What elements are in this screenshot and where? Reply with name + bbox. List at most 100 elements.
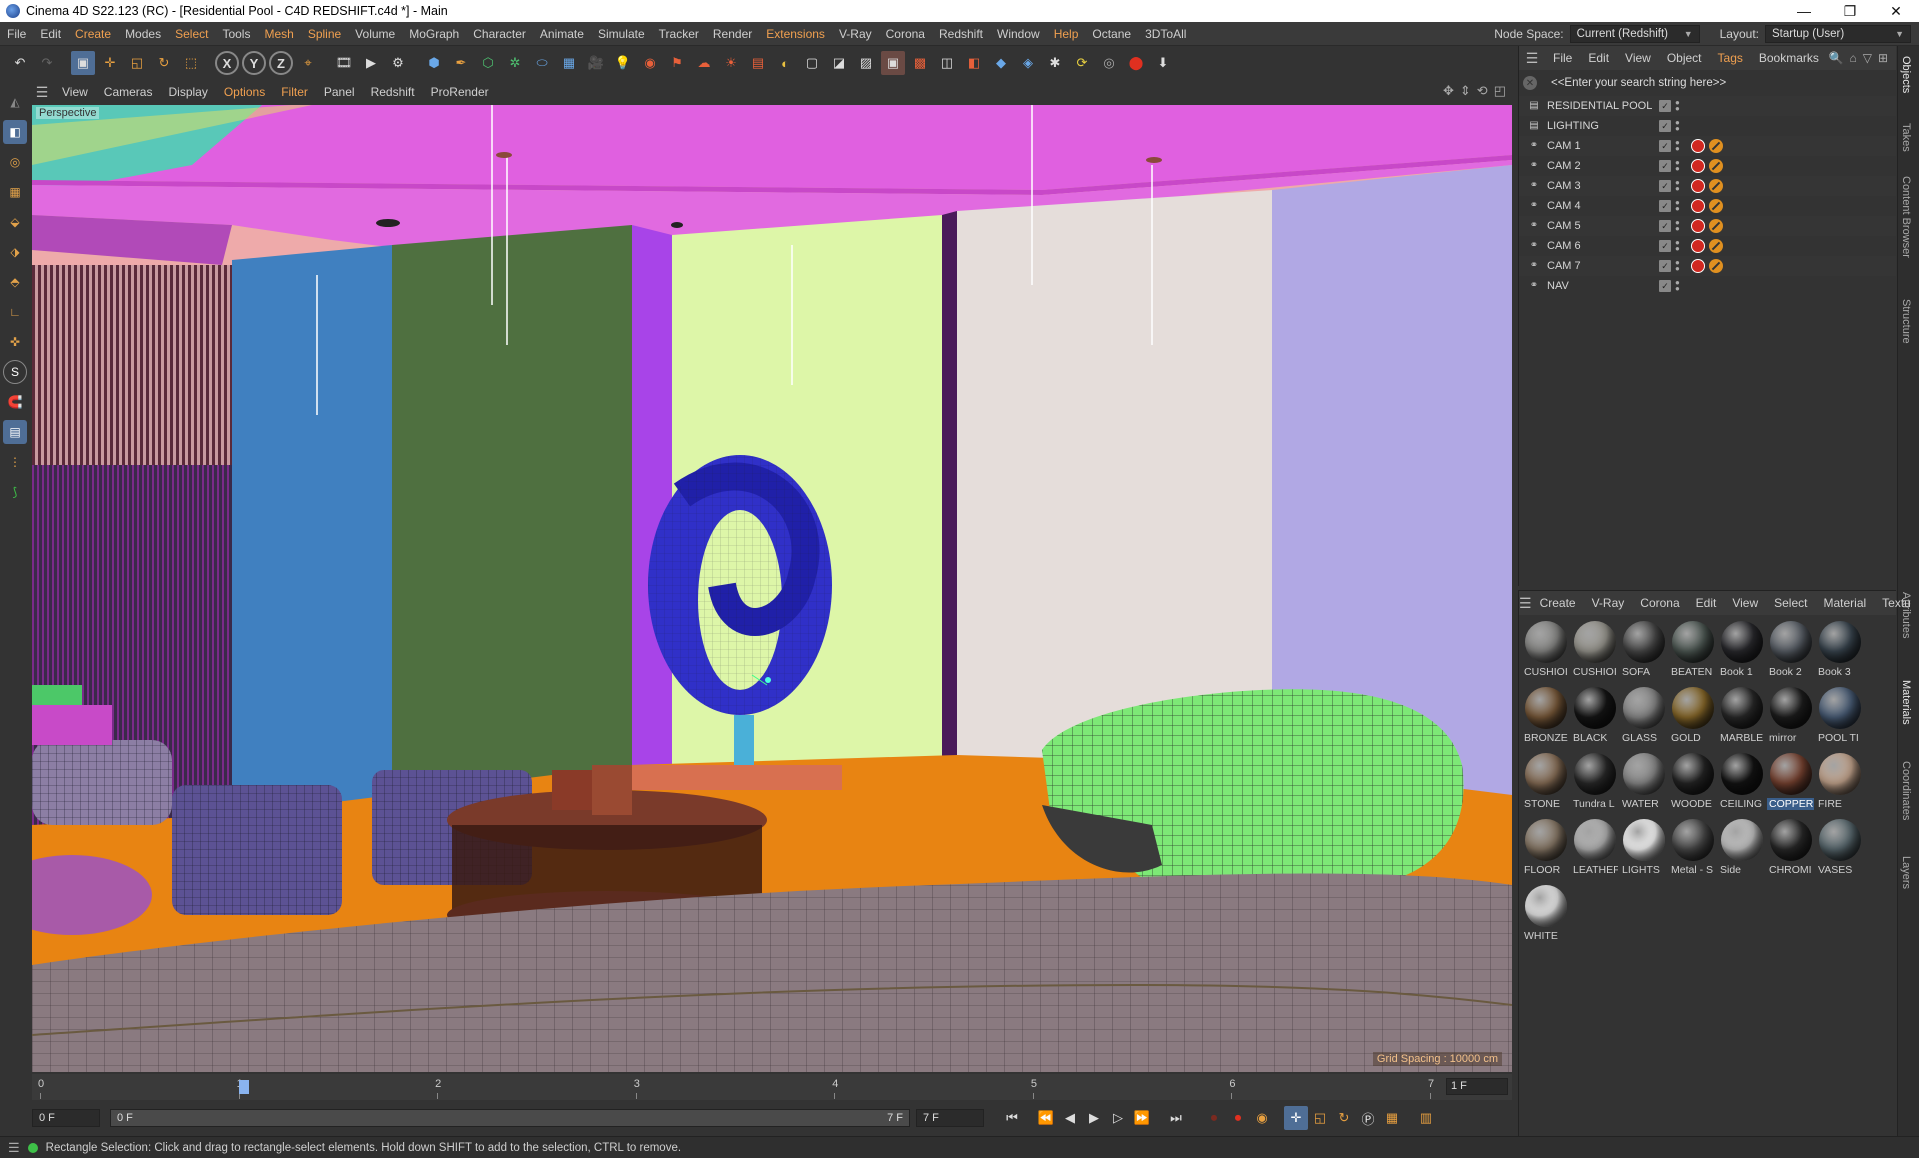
key-parameter-icon[interactable]: Ⓟ [1356, 1106, 1380, 1130]
material-swatch[interactable]: WATER [1619, 753, 1668, 815]
redshift-snapshot-icon[interactable]: ▨ [854, 51, 878, 75]
corona-icon[interactable]: ◈ [1016, 51, 1040, 75]
material-menu-create[interactable]: Create [1532, 596, 1584, 610]
side-tab-objects[interactable]: Objects [1900, 56, 1912, 93]
octane-live-viewer-icon[interactable]: ⟳ [1070, 51, 1094, 75]
redshift-proxy-icon[interactable]: ▤ [746, 51, 770, 75]
menu-animate[interactable]: Animate [533, 27, 591, 41]
material-swatch[interactable]: CUSHIOI [1521, 621, 1570, 683]
vray-icon[interactable]: ◆ [989, 51, 1013, 75]
visibility-dots-icon[interactable]: ● ● [1675, 239, 1687, 253]
redshift-camera-tag-icon[interactable] [1691, 199, 1705, 213]
solo-icon[interactable]: S [3, 360, 27, 384]
previous-key-icon[interactable]: ⏪ [1034, 1106, 1058, 1130]
layer-check-icon[interactable]: ✓ [1659, 240, 1671, 252]
previous-frame-icon[interactable]: ◀ [1058, 1106, 1082, 1130]
protection-tag-icon[interactable] [1709, 239, 1723, 253]
record-active-keys-icon[interactable]: ⏺ [1226, 1106, 1250, 1130]
material-swatch[interactable]: COPPER [1766, 753, 1815, 815]
node-space-dropdown[interactable]: Current (Redshift) ▼ [1569, 25, 1700, 43]
minimize-button[interactable]: — [1781, 0, 1827, 22]
next-frame-icon[interactable]: ▷ [1106, 1106, 1130, 1130]
new-view-icon[interactable]: ⊞ [1878, 51, 1888, 65]
timeline-ruler[interactable]: 01234567 1 F [32, 1074, 1512, 1100]
max-frame-field[interactable]: 7 F [916, 1109, 984, 1127]
deformer-icon[interactable]: ⬭ [530, 51, 554, 75]
rectangle-select-icon[interactable]: ▣ [71, 51, 95, 75]
x-axis-lock-icon[interactable]: X [215, 51, 239, 75]
camera-icon[interactable]: 🎥 [584, 51, 608, 75]
object-search-input[interactable]: <<Enter your search string here>> [1543, 74, 1892, 92]
workplane-icon[interactable]: ▤ [3, 420, 27, 444]
material-swatch[interactable]: Side [1717, 819, 1766, 881]
object-menu-object[interactable]: Object [1659, 51, 1710, 65]
search-icon[interactable]: 🔍 [1829, 51, 1844, 65]
material-menu-textu[interactable]: Textu [1874, 596, 1919, 610]
redshift-camera-tag-icon[interactable] [1691, 239, 1705, 253]
material-swatch[interactable]: BRONZE [1521, 687, 1570, 749]
material-swatch[interactable]: CHROMI [1766, 819, 1815, 881]
hamburger-icon[interactable]: ☰ [8, 1140, 20, 1156]
visibility-dots-icon[interactable]: ● ● [1675, 119, 1687, 133]
y-axis-lock-icon[interactable]: Y [242, 51, 266, 75]
material-swatch[interactable]: CUSHIOI [1570, 621, 1619, 683]
z-axis-lock-icon[interactable]: Z [269, 51, 293, 75]
side-tab-layers[interactable]: Layers [1900, 856, 1912, 889]
record-disabled-icon[interactable]: ⏺ [1202, 1106, 1226, 1130]
menu-edit[interactable]: Edit [33, 27, 68, 41]
object-menu-edit[interactable]: Edit [1580, 51, 1617, 65]
viewport-menu-prorender[interactable]: ProRender [423, 85, 497, 99]
menu-window[interactable]: Window [990, 27, 1047, 41]
menu-octane[interactable]: Octane [1085, 27, 1138, 41]
menu-select[interactable]: Select [168, 27, 215, 41]
object-menu-view[interactable]: View [1617, 51, 1659, 65]
redshift-camera-tag-icon[interactable] [1691, 179, 1705, 193]
redshift-render-view-icon[interactable]: ◪ [827, 51, 851, 75]
key-rotation-icon[interactable]: ↻ [1332, 1106, 1356, 1130]
next-key-icon[interactable]: ⏩ [1130, 1106, 1154, 1130]
undo-icon[interactable]: ↶ [8, 51, 32, 75]
menu-corona[interactable]: Corona [879, 27, 932, 41]
scale-icon[interactable]: ◱ [125, 51, 149, 75]
material-menu-edit[interactable]: Edit [1688, 596, 1725, 610]
viewport-menu-panel[interactable]: Panel [316, 85, 363, 99]
material-swatch[interactable]: Book 3 [1815, 621, 1864, 683]
redshift-camera-tag-icon[interactable] [1691, 159, 1705, 173]
material-swatch[interactable]: SOFA [1619, 621, 1668, 683]
menu-help[interactable]: Help [1047, 27, 1086, 41]
autokey-icon[interactable]: ◉ [1250, 1106, 1274, 1130]
layer-check-icon[interactable]: ✓ [1659, 180, 1671, 192]
home-icon[interactable]: ⌂ [1849, 51, 1856, 65]
menu-v-ray[interactable]: V-Ray [832, 27, 879, 41]
frame-range-slider[interactable]: 0 F 7 F [110, 1109, 910, 1127]
hamburger-icon[interactable]: ☰ [1519, 595, 1532, 612]
menu-volume[interactable]: Volume [348, 27, 402, 41]
make-editable-icon[interactable]: ◭ [3, 90, 27, 114]
redshift-camera-tag-icon[interactable] [1691, 259, 1705, 273]
redshift-camera-tag-icon[interactable] [1691, 139, 1705, 153]
object-menu-tags[interactable]: Tags [1710, 51, 1751, 65]
layer-check-icon[interactable]: ✓ [1659, 260, 1671, 272]
timeline-end-field[interactable]: 1 F [1446, 1078, 1508, 1095]
object-row[interactable]: ⚭ CAM 1 ✓ ● ● [1519, 136, 1896, 156]
visibility-dots-icon[interactable]: ● ● [1675, 219, 1687, 233]
material-swatch[interactable]: BLACK [1570, 687, 1619, 749]
menu-tools[interactable]: Tools [215, 27, 257, 41]
hamburger-icon[interactable]: ☰ [30, 84, 54, 101]
visibility-dots-icon[interactable]: ● ● [1675, 199, 1687, 213]
model-mode-icon[interactable]: ◧ [3, 120, 27, 144]
redshift-sun-icon[interactable]: ☀ [719, 51, 743, 75]
material-swatch[interactable]: WOODE [1668, 753, 1717, 815]
object-row[interactable]: ▤ RESIDENTIAL POOL ✓ ● ● [1519, 96, 1896, 116]
menu-simulate[interactable]: Simulate [591, 27, 652, 41]
redshift-camera-icon[interactable]: ◉ [638, 51, 662, 75]
menu-mesh[interactable]: Mesh [257, 27, 300, 41]
redshift-material-icon[interactable]: ◐ [773, 51, 797, 75]
viewport-menu-filter[interactable]: Filter [273, 85, 316, 99]
protection-tag-icon[interactable] [1709, 259, 1723, 273]
layout-dropdown[interactable]: Startup (User) ▼ [1765, 25, 1911, 43]
hamburger-icon[interactable]: ☰ [1519, 50, 1545, 67]
material-menu-select[interactable]: Select [1766, 596, 1815, 610]
side-tab-takes[interactable]: Takes [1900, 123, 1912, 152]
play-icon[interactable]: ▶ [1082, 1106, 1106, 1130]
